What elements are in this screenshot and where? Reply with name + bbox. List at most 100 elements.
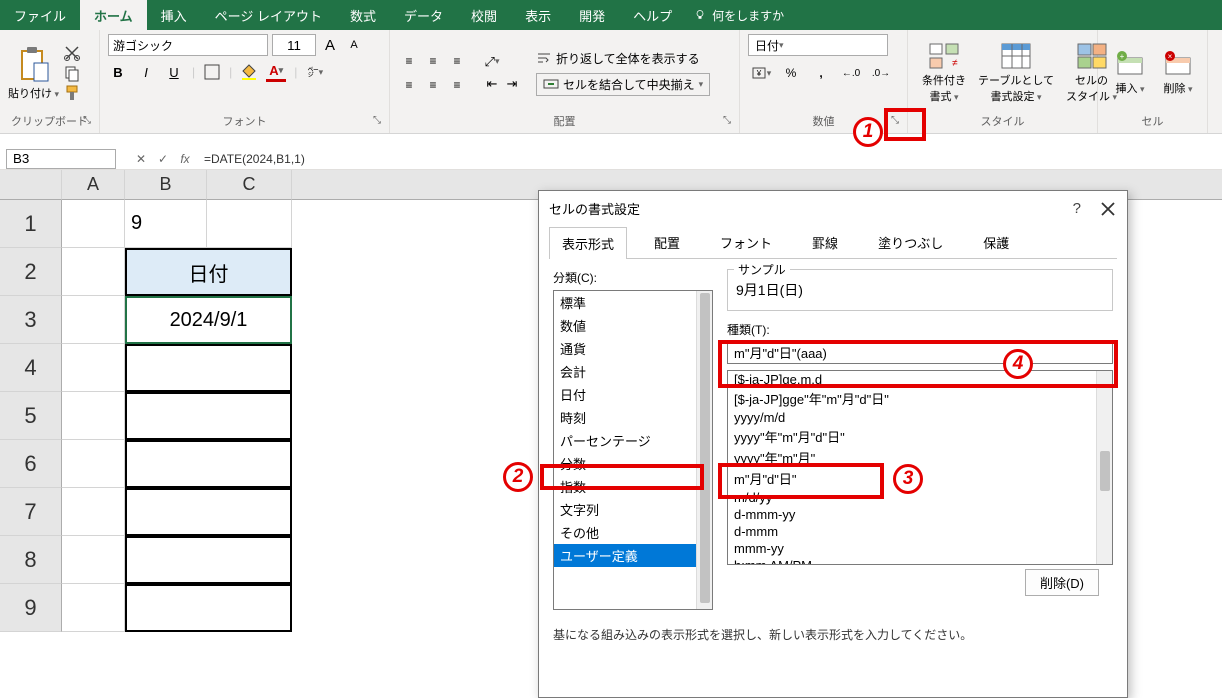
align-middle-icon[interactable]: ≡: [422, 50, 444, 72]
tab-border[interactable]: 罫線: [799, 226, 851, 258]
number-dialog-launcher[interactable]: ⤡: [891, 115, 905, 129]
font-size-input[interactable]: [272, 34, 316, 56]
cell-B6C6[interactable]: [125, 440, 292, 488]
tab-help[interactable]: ヘルプ: [619, 0, 686, 30]
tab-data[interactable]: データ: [390, 0, 457, 30]
italic-button[interactable]: I: [136, 62, 156, 82]
align-bottom-icon[interactable]: ≡: [446, 50, 468, 72]
type-item[interactable]: [$-ja-JP]gge"年"m"月"d"日": [728, 388, 1112, 409]
enter-formula-icon[interactable]: ✓: [152, 149, 174, 169]
cell-B7C7[interactable]: [125, 488, 292, 536]
type-item[interactable]: d-mmm-yy: [728, 506, 1112, 523]
category-list[interactable]: 標準 数値 通貨 会計 日付 時刻 パーセンテージ 分数 指数 文字列 その他 …: [553, 290, 713, 610]
font-color-button[interactable]: A: [266, 62, 286, 82]
type-item[interactable]: [$-ja-JP]ge.m.d: [728, 371, 1112, 388]
cell-B8C8[interactable]: [125, 536, 292, 584]
tab-developer[interactable]: 開発: [565, 0, 619, 30]
alignment-dialog-launcher[interactable]: ⤡: [723, 115, 737, 129]
bold-button[interactable]: B: [108, 62, 128, 82]
wrap-text-button[interactable]: 折り返して全体を表示する: [536, 50, 710, 67]
select-all-corner[interactable]: [0, 170, 62, 200]
copy-icon[interactable]: [63, 64, 81, 82]
decrease-decimal-icon[interactable]: .0→: [868, 62, 894, 84]
category-custom[interactable]: ユーザー定義: [554, 544, 712, 567]
conditional-format-button[interactable]: ≠ 条件付き 書式: [916, 42, 972, 104]
format-painter-icon[interactable]: [63, 84, 81, 102]
category-fraction[interactable]: 分数: [554, 452, 712, 475]
fill-color-icon[interactable]: [240, 63, 258, 81]
align-top-icon[interactable]: ≡: [398, 50, 420, 72]
indent-decrease-icon[interactable]: ⇤: [482, 74, 502, 94]
cell-B3C3-merged[interactable]: 2024/9/1: [125, 296, 292, 344]
cell-A3[interactable]: [62, 296, 125, 344]
category-date[interactable]: 日付: [554, 383, 712, 406]
number-format-dropdown[interactable]: 日付: [748, 34, 888, 56]
close-icon[interactable]: [1099, 200, 1117, 218]
percent-icon[interactable]: %: [778, 62, 804, 84]
align-left-icon[interactable]: ≡: [398, 74, 420, 96]
cell-B2C2-merged[interactable]: 日付: [125, 248, 292, 296]
type-input[interactable]: [727, 341, 1113, 364]
cell-C1[interactable]: [207, 200, 292, 248]
row-header-9[interactable]: 9: [0, 584, 62, 632]
category-number[interactable]: 数値: [554, 314, 712, 337]
accounting-format-icon[interactable]: ¥: [748, 62, 774, 84]
row-header-1[interactable]: 1: [0, 200, 62, 248]
tab-number-format[interactable]: 表示形式: [549, 227, 627, 259]
type-item[interactable]: h:mm AM/PM: [728, 557, 1112, 565]
font-dialog-launcher[interactable]: ⤡: [373, 115, 387, 129]
cell-B1[interactable]: 9: [125, 200, 207, 248]
cancel-formula-icon[interactable]: ✕: [130, 149, 152, 169]
category-percentage[interactable]: パーセンテージ: [554, 429, 712, 452]
row-header-6[interactable]: 6: [0, 440, 62, 488]
tab-font[interactable]: フォント: [707, 226, 785, 258]
decrease-font-icon[interactable]: A: [344, 35, 364, 55]
insert-cells-button[interactable]: + 挿入: [1106, 50, 1154, 96]
cell-A5[interactable]: [62, 392, 125, 440]
tab-formulas[interactable]: 数式: [336, 0, 390, 30]
row-header-3[interactable]: 3: [0, 296, 62, 344]
clipboard-dialog-launcher[interactable]: ⤡: [83, 115, 97, 129]
tab-insert[interactable]: 挿入: [147, 0, 201, 30]
comma-icon[interactable]: ,: [808, 62, 834, 84]
help-icon[interactable]: ?: [1073, 200, 1081, 217]
category-standard[interactable]: 標準: [554, 291, 712, 314]
cell-B9C9[interactable]: [125, 584, 292, 632]
fx-icon[interactable]: fx: [174, 149, 196, 169]
type-item[interactable]: m/d/yy: [728, 489, 1112, 506]
tab-file[interactable]: ファイル: [0, 0, 80, 30]
cell-A1[interactable]: [62, 200, 125, 248]
tab-home[interactable]: ホーム: [80, 0, 147, 30]
tab-page-layout[interactable]: ページ レイアウト: [201, 0, 336, 30]
row-header-8[interactable]: 8: [0, 536, 62, 584]
cell-A7[interactable]: [62, 488, 125, 536]
row-header-2[interactable]: 2: [0, 248, 62, 296]
cell-A9[interactable]: [62, 584, 125, 632]
type-item[interactable]: d-mmm: [728, 523, 1112, 540]
delete-format-button[interactable]: 削除(D): [1025, 569, 1099, 596]
row-header-7[interactable]: 7: [0, 488, 62, 536]
type-item[interactable]: yyyy"年"m"月"d"日": [728, 426, 1112, 447]
tab-review[interactable]: 校閲: [457, 0, 511, 30]
merge-center-button[interactable]: セルを結合して中央揃え: [536, 73, 710, 96]
tab-alignment[interactable]: 配置: [641, 226, 693, 258]
paste-button[interactable]: 貼り付け: [8, 45, 59, 101]
delete-cells-button[interactable]: × 削除: [1154, 50, 1202, 96]
category-currency[interactable]: 通貨: [554, 337, 712, 360]
orientation-icon[interactable]: ⤢: [482, 52, 502, 72]
category-time[interactable]: 時刻: [554, 406, 712, 429]
row-header-5[interactable]: 5: [0, 392, 62, 440]
type-item[interactable]: yyyy"年"m"月": [728, 447, 1112, 468]
category-scientific[interactable]: 指数: [554, 475, 712, 498]
col-header-A[interactable]: A: [62, 170, 125, 200]
tab-fill[interactable]: 塗りつぶし: [865, 226, 956, 258]
cut-icon[interactable]: [63, 44, 81, 62]
cell-A2[interactable]: [62, 248, 125, 296]
align-right-icon[interactable]: ≡: [446, 74, 468, 96]
cell-B5C5[interactable]: [125, 392, 292, 440]
type-item[interactable]: yyyy/m/d: [728, 409, 1112, 426]
cell-A6[interactable]: [62, 440, 125, 488]
name-box[interactable]: [6, 149, 116, 169]
col-header-C[interactable]: C: [207, 170, 292, 200]
col-header-B[interactable]: B: [125, 170, 207, 200]
